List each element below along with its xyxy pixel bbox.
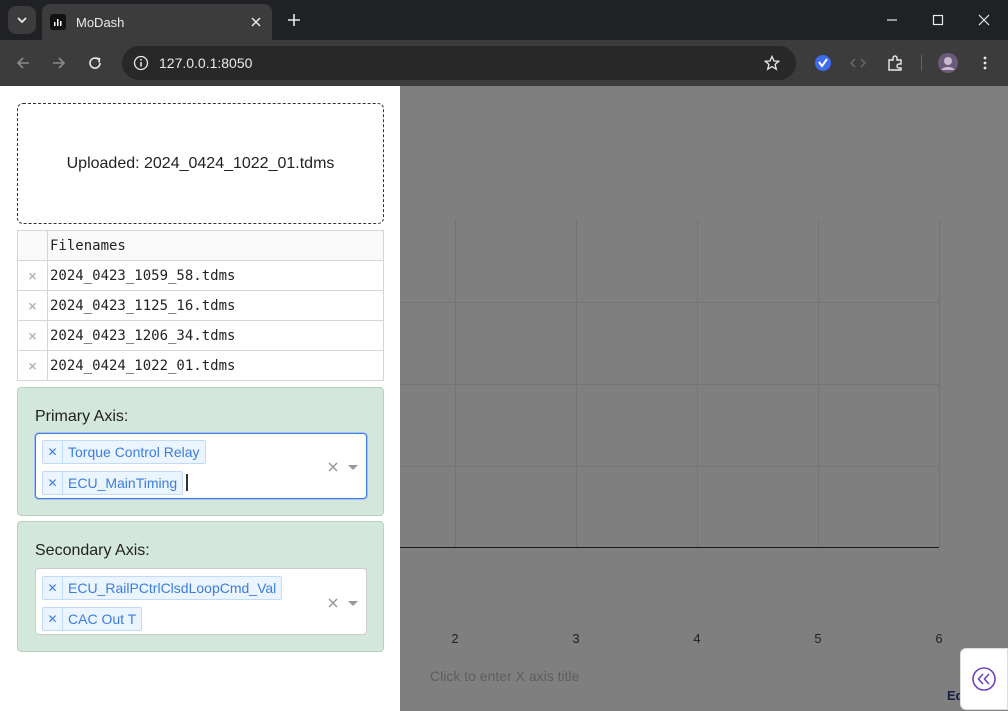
selected-value-chip: ✕ Torque Control Relay xyxy=(42,440,206,464)
secondary-axis-label: Secondary Axis: xyxy=(35,542,150,559)
new-tab-button[interactable] xyxy=(282,8,306,32)
tab-close-icon[interactable] xyxy=(248,14,264,30)
plus-icon xyxy=(288,14,300,26)
files-table: Filenames × 2024_0423_1059_58.tdms × 202… xyxy=(17,230,384,381)
close-window-button[interactable] xyxy=(961,0,1007,40)
url-text: 127.0.0.1:8050 xyxy=(159,55,253,71)
table-row: × 2024_0423_1059_58.tdms xyxy=(17,260,384,291)
extension-code-icon[interactable] xyxy=(844,49,872,77)
minimize-icon xyxy=(887,19,897,21)
browser-toolbar: 127.0.0.1:8050 xyxy=(0,40,1008,86)
filenames-header: Filenames xyxy=(47,230,384,261)
chip-label: ECU_MainTiming xyxy=(68,475,178,491)
extension-vpn-icon[interactable] xyxy=(809,49,837,77)
collapse-sidebar-button[interactable] xyxy=(960,648,1008,710)
clear-all-icon[interactable] xyxy=(326,596,340,610)
modal-backdrop[interactable] xyxy=(400,86,1008,711)
table-header-cell xyxy=(17,230,48,261)
remove-value-icon[interactable]: ✕ xyxy=(43,608,63,630)
delete-row-button[interactable]: × xyxy=(17,350,48,381)
primary-axis-select[interactable]: ✕ Torque Control Relay ✕ ECU_MainTiming xyxy=(35,433,367,499)
app-favicon-icon xyxy=(50,14,66,30)
maximize-icon xyxy=(932,14,944,26)
filename-cell[interactable]: 2024_0423_1059_58.tdms xyxy=(47,260,384,291)
delete-row-button[interactable]: × xyxy=(17,290,48,321)
toolbar-separator xyxy=(921,55,922,71)
remove-value-icon[interactable]: ✕ xyxy=(43,472,63,494)
clear-all-icon[interactable] xyxy=(326,460,340,474)
browser-tabstrip: MoDash xyxy=(0,0,1008,40)
forward-button[interactable] xyxy=(45,49,73,77)
chip-label: CAC Out T xyxy=(68,611,137,627)
reload-icon xyxy=(89,57,101,69)
remove-value-icon[interactable]: ✕ xyxy=(43,577,63,599)
table-row: × 2024_0423_1206_34.tdms xyxy=(17,320,384,351)
table-row: × 2024_0423_1125_16.tdms xyxy=(17,290,384,321)
primary-axis-label: Primary Axis: xyxy=(35,408,129,425)
primary-axis-panel: Primary Axis: ✕ Torque Control Relay ✕ E… xyxy=(17,387,384,516)
bookmark-star-icon[interactable] xyxy=(758,49,786,77)
chevron-down-icon xyxy=(17,17,27,24)
delete-row-button[interactable]: × xyxy=(17,260,48,291)
address-bar[interactable]: 127.0.0.1:8050 xyxy=(122,46,796,80)
upload-status: Uploaded: 2024_0424_1022_01.tdms xyxy=(66,154,335,172)
tab-search-button[interactable] xyxy=(8,6,36,34)
minimize-button[interactable] xyxy=(869,0,915,40)
double-chevron-left-icon xyxy=(972,667,996,691)
sidebar-panel: Uploaded: 2024_0424_1022_01.tdms Filenam… xyxy=(0,86,400,711)
page-viewport: 2 3 4 5 6 Click to enter X axis title Ed… xyxy=(0,86,1008,711)
delete-row-button[interactable]: × xyxy=(17,320,48,351)
text-caret xyxy=(186,474,188,491)
profile-avatar[interactable] xyxy=(934,49,962,77)
dropdown-arrow-icon[interactable] xyxy=(348,465,358,470)
close-icon xyxy=(978,14,990,26)
secondary-axis-panel: Secondary Axis: ✕ ECU_RailPCtrlClsdLoopC… xyxy=(17,521,384,652)
browser-tab[interactable]: MoDash xyxy=(42,4,272,40)
site-info-icon[interactable] xyxy=(126,50,156,76)
back-button[interactable] xyxy=(9,49,37,77)
table-row: × 2024_0424_1022_01.tdms xyxy=(17,350,384,381)
filename-cell[interactable]: 2024_0423_1206_34.tdms xyxy=(47,320,384,351)
maximize-button[interactable] xyxy=(915,0,961,40)
reload-button[interactable] xyxy=(81,49,109,77)
tab-title: MoDash xyxy=(76,14,125,30)
arrow-left-icon xyxy=(16,57,29,69)
browser-menu-icon[interactable] xyxy=(971,49,999,77)
extensions-puzzle-icon[interactable] xyxy=(881,49,909,77)
filename-cell[interactable]: 2024_0424_1022_01.tdms xyxy=(47,350,384,381)
secondary-axis-select[interactable]: ✕ ECU_RailPCtrlClsdLoopCmd_Val ✕ CAC Out… xyxy=(35,568,367,635)
file-upload-dropzone[interactable]: Uploaded: 2024_0424_1022_01.tdms xyxy=(17,103,384,224)
table-header-row: Filenames xyxy=(17,230,384,261)
dropdown-arrow-icon[interactable] xyxy=(348,601,358,606)
selected-value-chip: ✕ ECU_RailPCtrlClsdLoopCmd_Val xyxy=(42,576,283,600)
chip-label: ECU_RailPCtrlClsdLoopCmd_Val xyxy=(68,580,277,596)
arrow-right-icon xyxy=(53,57,66,69)
chip-label: Torque Control Relay xyxy=(68,444,200,460)
filename-cell[interactable]: 2024_0423_1125_16.tdms xyxy=(47,290,384,321)
selected-value-chip: ✕ CAC Out T xyxy=(42,607,143,631)
selected-value-chip: ✕ ECU_MainTiming xyxy=(42,471,184,495)
remove-value-icon[interactable]: ✕ xyxy=(43,441,63,463)
